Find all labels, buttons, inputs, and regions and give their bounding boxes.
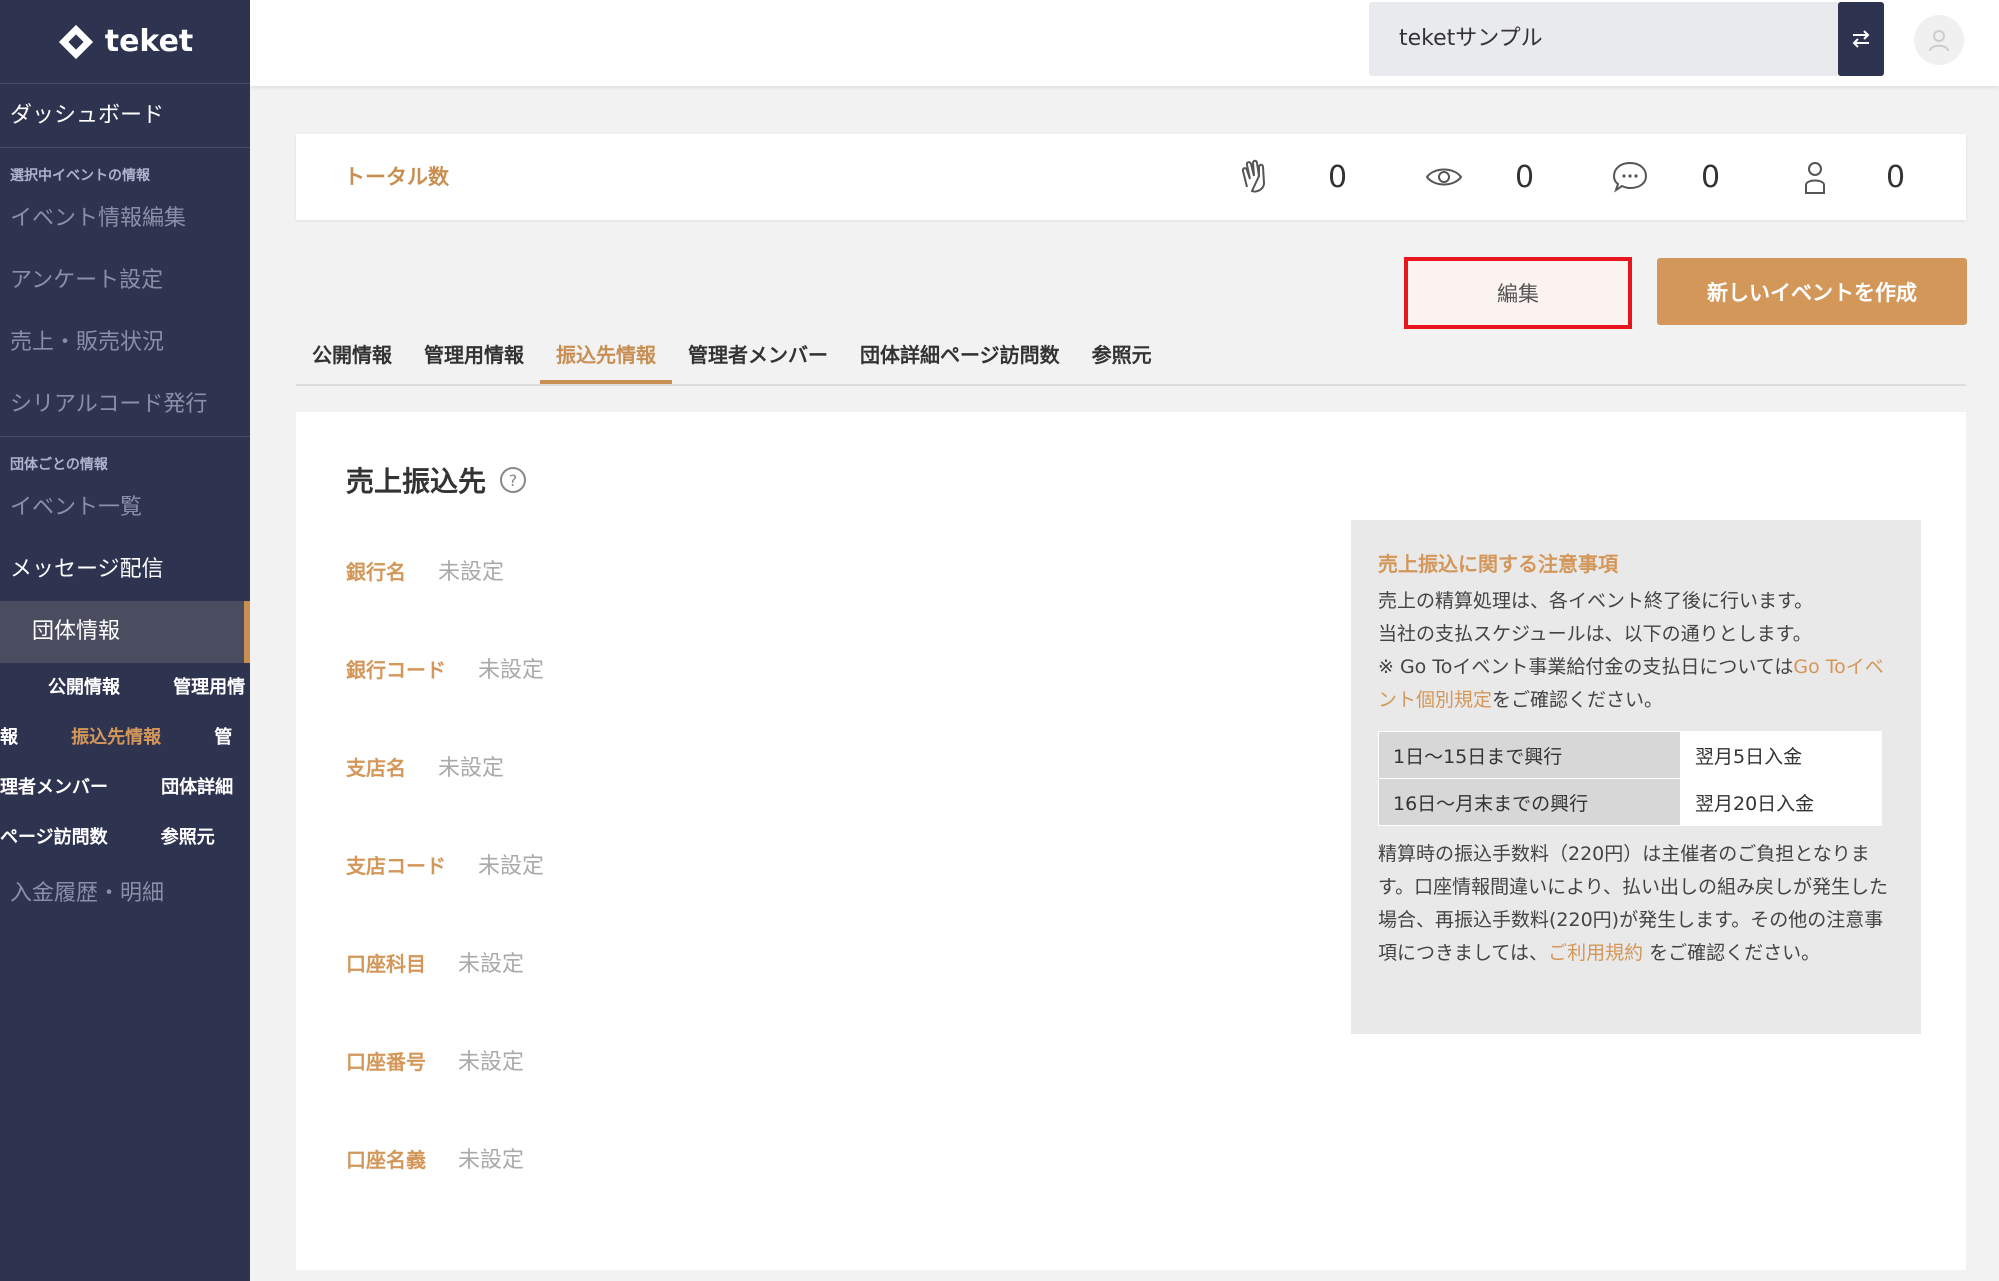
org-selector[interactable]: teketサンプル xyxy=(1369,2,1851,76)
notice-text: ※ Go Toイベント事業給付金の支払日については xyxy=(1378,656,1794,678)
switch-org-button[interactable] xyxy=(1838,2,1884,76)
schedule-payment: 翌月20日入金 xyxy=(1680,778,1882,826)
tab-public[interactable]: 公開情報 xyxy=(296,334,408,384)
sidebar-item-survey[interactable]: アンケート設定 xyxy=(0,250,250,312)
field-value: 未設定 xyxy=(458,1148,525,1173)
table-row: 1日～15日まで興行 翌月5日入金 xyxy=(1378,731,1882,779)
field-label: 口座番号 xyxy=(346,1049,426,1074)
field-label: 口座名義 xyxy=(346,1147,426,1172)
user-avatar[interactable] xyxy=(1914,15,1964,65)
eye-icon xyxy=(1423,156,1465,198)
sidebar-subitem-referrer[interactable]: 参照元 xyxy=(113,827,215,848)
person-icon xyxy=(1794,156,1836,198)
tab-members[interactable]: 管理者メンバー xyxy=(672,334,844,384)
field-label: 口座科目 xyxy=(346,951,426,976)
notice-footer: 精算時の振込手数料（220円）は主催者のご負担となります。口座情報間違いにより、… xyxy=(1378,838,1894,970)
schedule-payment: 翌月5日入金 xyxy=(1680,731,1882,779)
transfer-info-card: 売上振込先 ? 銀行名 未設定 銀行コード 未設定 支店名 未設定 支店コード … xyxy=(296,412,1966,1270)
field-account-number: 口座番号 未設定 xyxy=(346,1040,524,1080)
new-event-button[interactable]: 新しいイベントを作成 xyxy=(1657,258,1967,325)
sidebar-item-message[interactable]: メッセージ配信 xyxy=(0,539,250,601)
field-label: 支店名 xyxy=(346,755,406,780)
sidebar-item-payments[interactable]: 入金履歴・明細 xyxy=(0,863,250,925)
field-branch-name: 支店名 未設定 xyxy=(346,746,504,786)
sidebar-item-event-list[interactable]: イベント一覧 xyxy=(0,477,250,539)
field-value: 未設定 xyxy=(478,658,545,683)
field-value: 未設定 xyxy=(458,1050,525,1075)
stat-value: 0 xyxy=(1886,159,1906,195)
field-value: 未設定 xyxy=(478,854,545,879)
notice-text: をご確認ください。 xyxy=(1643,942,1821,964)
field-label: 銀行コード xyxy=(346,657,446,682)
sidebar-item-sales[interactable]: 売上・販売状況 xyxy=(0,312,250,374)
tab-bar: 公開情報 管理用情報 振込先情報 管理者メンバー 団体詳細ページ訪問数 参照元 xyxy=(296,334,1966,386)
notice-line: 売上の精算処理は、各イベント終了後に行います。 xyxy=(1378,590,1814,612)
stats-card: トータル数 0 0 0 0 xyxy=(296,134,1966,220)
edit-button[interactable]: 編集 xyxy=(1404,257,1632,329)
topbar: teketサンプル xyxy=(250,0,1999,86)
sidebar-section-group: 団体ごとの情報 xyxy=(10,457,108,473)
stat-value: 0 xyxy=(1328,159,1348,195)
notice-title: 売上振込に関する注意事項 xyxy=(1378,552,1618,576)
stat-value: 0 xyxy=(1515,159,1535,195)
notice-gotoline: ※ Go Toイベント事業給付金の支払日についてはGo Toイベント個別規定をご… xyxy=(1378,651,1894,717)
stat-people: 0 xyxy=(1794,134,1905,220)
clap-icon xyxy=(1236,156,1278,198)
section-title-text: 売上振込先 xyxy=(346,465,487,498)
logo[interactable]: teket xyxy=(0,0,250,84)
stat-comments: 0 xyxy=(1609,134,1720,220)
field-value: 未設定 xyxy=(438,756,505,781)
field-label: 支店コード xyxy=(346,853,446,878)
tab-transfer[interactable]: 振込先情報 xyxy=(540,334,672,384)
org-name: teketサンプル xyxy=(1399,26,1543,51)
sidebar-item-group-info[interactable]: 団体情報 xyxy=(0,601,250,663)
field-account-holder: 口座名義 未設定 xyxy=(346,1138,524,1178)
field-value: 未設定 xyxy=(438,560,505,585)
sidebar-item-event-edit[interactable]: イベント情報編集 xyxy=(0,188,250,250)
payment-schedule-table: 1日～15日まで興行 翌月5日入金 16日～月末までの興行 翌月20日入金 xyxy=(1378,731,1882,826)
field-value: 未設定 xyxy=(458,952,525,977)
ticket-logo-icon xyxy=(58,24,93,59)
field-label: 銀行名 xyxy=(346,559,406,584)
stat-value: 0 xyxy=(1701,159,1721,195)
notice-box: 売上振込に関する注意事項 売上の精算処理は、各イベント終了後に行います。 当社の… xyxy=(1351,520,1921,1034)
tab-visits[interactable]: 団体詳細ページ訪問数 xyxy=(844,334,1076,384)
sidebar-item-serial-code[interactable]: シリアルコード発行 xyxy=(0,374,250,436)
sidebar-section-event: 選択中イベントの情報 xyxy=(10,168,150,184)
schedule-period: 1日～15日まで興行 xyxy=(1378,731,1681,779)
table-row: 16日～月末までの興行 翌月20日入金 xyxy=(1378,778,1882,826)
field-account-type: 口座科目 未設定 xyxy=(346,942,524,982)
stat-views: 0 xyxy=(1423,134,1534,220)
field-bank-code: 銀行コード 未設定 xyxy=(346,648,544,688)
user-icon xyxy=(1929,30,1949,52)
notice-line: 当社の支払スケジュールは、以下の通りとします。 xyxy=(1378,623,1812,645)
sidebar-subitem-transfer[interactable]: 振込先情報 xyxy=(23,727,161,748)
sidebar: teket ダッシュボード 選択中イベントの情報 イベント情報編集 アンケート設… xyxy=(0,0,250,1281)
swap-icon xyxy=(1852,30,1870,48)
help-icon[interactable]: ? xyxy=(500,467,527,493)
field-bank-name: 銀行名 未設定 xyxy=(346,550,504,590)
stats-title: トータル数 xyxy=(344,165,449,189)
field-branch-code: 支店コード 未設定 xyxy=(346,844,544,884)
terms-link[interactable]: ご利用規約 xyxy=(1548,942,1643,964)
stat-claps: 0 xyxy=(1236,134,1347,220)
tab-referrer[interactable]: 参照元 xyxy=(1076,334,1168,384)
logo-text: teket xyxy=(104,24,194,59)
comment-icon xyxy=(1609,156,1651,198)
sidebar-subitem-public[interactable]: 公開情報 xyxy=(0,677,120,698)
sidebar-item-dashboard[interactable]: ダッシュボード xyxy=(0,84,250,148)
schedule-period: 16日～月末までの興行 xyxy=(1378,778,1681,826)
tab-admin[interactable]: 管理用情報 xyxy=(408,334,540,384)
notice-text: をご確認ください。 xyxy=(1492,689,1664,711)
section-title: 売上振込先 ? xyxy=(346,460,527,500)
